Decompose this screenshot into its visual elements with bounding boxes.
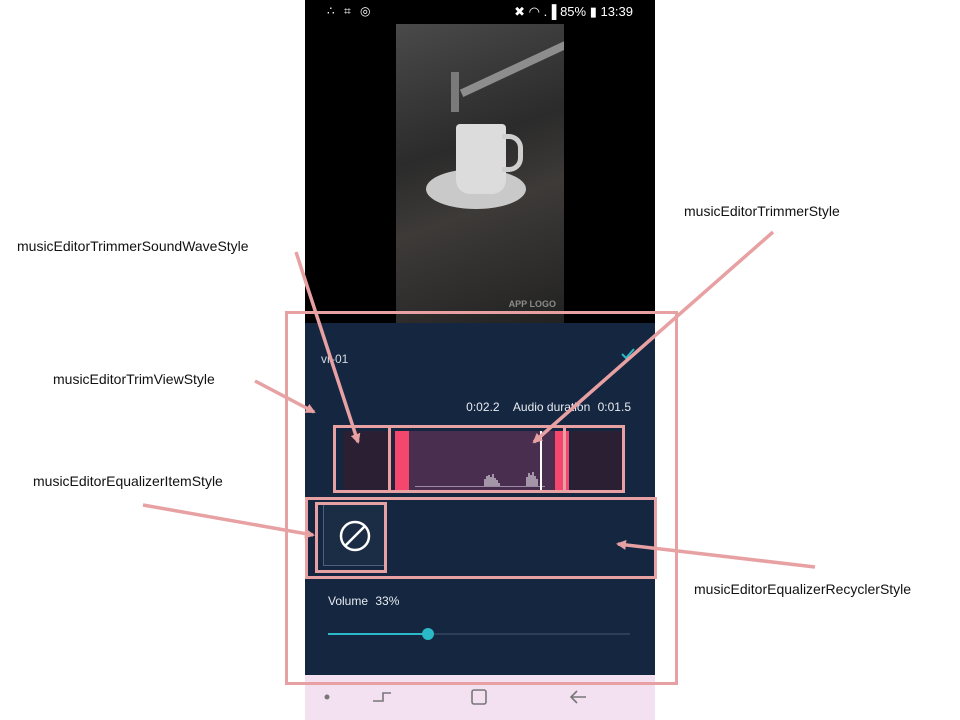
notification-icons: ∴ ⌗ ◎ bbox=[327, 4, 374, 18]
annotation-trimmer: musicEditorTrimmerStyle bbox=[684, 203, 840, 219]
annotation-equalizer-item: musicEditorEqualizerItemStyle bbox=[33, 473, 223, 489]
annotation-trimmer-sound-wave: musicEditorTrimmerSoundWaveStyle bbox=[17, 238, 249, 254]
back-icon[interactable] bbox=[567, 687, 589, 707]
app-logo-watermark: APP LOGO bbox=[508, 299, 556, 309]
video-preview[interactable]: APP LOGO bbox=[305, 24, 655, 323]
annotation-trim-view: musicEditorTrimViewStyle bbox=[53, 371, 215, 387]
lamp-arm bbox=[459, 39, 564, 97]
annotation-box-eq-item bbox=[315, 502, 387, 573]
status-indicators: ✖ ◠ .▐ 85% ▮ 13:39 bbox=[514, 4, 633, 19]
annotation-equalizer-recycler: musicEditorEqualizerRecyclerStyle bbox=[694, 581, 912, 597]
home-icon[interactable] bbox=[469, 687, 489, 707]
video-frame: APP LOGO bbox=[396, 24, 564, 323]
dot-icon[interactable] bbox=[323, 687, 331, 707]
annotation-box-trimmer bbox=[388, 425, 566, 493]
lamp-arm-joint bbox=[451, 72, 459, 112]
annotation-box-trimmer-right bbox=[563, 425, 625, 493]
status-bar: ∴ ⌗ ◎ ✖ ◠ .▐ 85% ▮ 13:39 bbox=[305, 0, 655, 24]
recent-apps-icon[interactable] bbox=[371, 687, 393, 707]
annotation-box-trimmer-left bbox=[333, 425, 391, 493]
cup bbox=[456, 124, 506, 194]
cup-handle bbox=[502, 134, 523, 172]
